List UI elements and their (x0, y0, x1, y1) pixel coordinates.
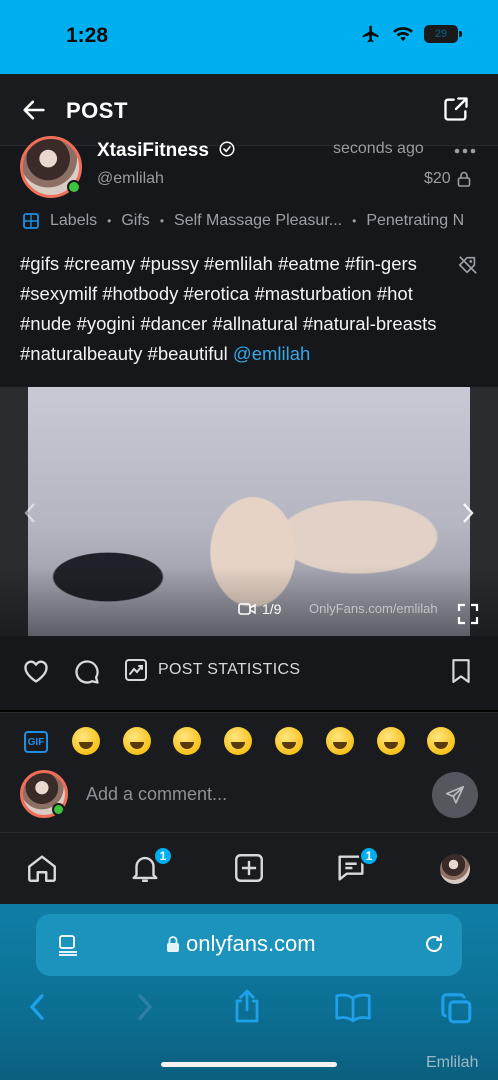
home-icon[interactable] (25, 851, 59, 885)
back-arrow-icon[interactable] (20, 96, 48, 124)
status-bar: 1:28 29 (0, 0, 498, 74)
messages-badge: 1 (359, 846, 379, 866)
media-carousel[interactable]: 1/9 OnlyFans.com/emlilah (0, 387, 498, 636)
online-indicator (52, 803, 65, 816)
prev-arrow-icon[interactable] (22, 501, 38, 525)
add-post-icon[interactable] (232, 851, 266, 885)
share-icon[interactable] (442, 95, 470, 123)
media-counter: 1/9 (238, 601, 281, 617)
battery-indicator: 29 (424, 25, 462, 43)
label-item[interactable]: Gifs (121, 212, 149, 230)
next-arrow-icon[interactable] (460, 501, 476, 525)
labels-row: Labels • Gifs • Self Massage Pleasur... … (22, 212, 498, 230)
send-icon (445, 785, 465, 804)
bookmark-icon[interactable] (450, 658, 472, 684)
online-indicator (67, 180, 81, 194)
post-header-bar: POST (0, 74, 498, 146)
post-time: seconds ago (333, 140, 424, 157)
notifications-badge: 1 (153, 846, 173, 866)
emoji-joy[interactable] (173, 727, 201, 755)
label-item[interactable]: Self Massage Pleasur... (174, 212, 342, 230)
like-heart-icon[interactable] (22, 658, 50, 684)
comment-bubble-icon[interactable] (73, 658, 101, 686)
post-statistics-label: POST STATISTICS (158, 661, 301, 678)
caption-text: #gifs #creamy #pussy #emlilah #eatme #fi… (20, 253, 437, 364)
reader-mode-icon[interactable] (56, 933, 80, 957)
author-name-text: XtasiFitness (97, 140, 209, 161)
video-icon (238, 603, 256, 615)
author-name[interactable]: XtasiFitness (97, 140, 236, 162)
emoji-bar: GIF (0, 712, 498, 772)
wifi-icon (393, 27, 413, 42)
separator-dot: • (107, 214, 112, 228)
page-title: POST (66, 98, 128, 123)
gif-button[interactable]: GIF (24, 731, 48, 753)
home-indicator[interactable] (161, 1062, 337, 1067)
separator-dot: • (159, 214, 165, 228)
emoji-beaming[interactable] (123, 727, 151, 755)
browser-back-icon[interactable] (24, 992, 50, 1022)
app-bottom-nav: 1 1 (0, 832, 498, 904)
post-caption: #gifs #creamy #pussy #emlilah #eatme #fi… (20, 249, 465, 369)
lock-icon (457, 171, 471, 187)
author-handle[interactable]: @emlilah (97, 170, 164, 188)
emoji-sweat-smile[interactable] (326, 727, 354, 755)
emoji-laughing[interactable] (377, 727, 405, 755)
lock-icon (167, 936, 179, 952)
reload-icon[interactable] (422, 932, 446, 956)
tag-off-icon[interactable] (457, 254, 479, 276)
post-price: $20 (424, 170, 471, 188)
label-item[interactable]: Penetrating N (366, 212, 464, 230)
airplane-icon (362, 25, 379, 43)
post-actions: POST STATISTICS (0, 636, 498, 710)
emoji-grinning[interactable] (72, 727, 100, 755)
send-button[interactable] (432, 772, 478, 818)
comment-input[interactable] (86, 780, 416, 808)
post-statistics-button[interactable]: POST STATISTICS (124, 658, 300, 682)
url-domain-text: onlyfans.com (186, 931, 316, 956)
price-text: $20 (424, 170, 451, 187)
mention-link[interactable]: @emlilah (233, 343, 310, 364)
browser-forward-icon[interactable] (132, 992, 158, 1022)
comment-composer (0, 770, 498, 832)
emoji-smiley[interactable] (224, 727, 252, 755)
separator-dot: • (352, 214, 357, 228)
media-counter-text: 1/9 (262, 601, 282, 617)
author-avatar[interactable] (20, 136, 82, 198)
fullscreen-icon[interactable] (456, 602, 480, 626)
emoji-smile[interactable] (275, 727, 303, 755)
browser-chrome: onlyfans.com (0, 904, 498, 1080)
labels-icon (23, 213, 39, 229)
status-icons: 29 (360, 24, 462, 44)
label-item[interactable]: Labels (50, 212, 97, 230)
more-options-icon[interactable] (454, 146, 476, 156)
media-watermark: OnlyFans.com/emlilah (309, 601, 438, 616)
statistics-icon (125, 659, 147, 681)
emoji-wink[interactable] (427, 727, 455, 755)
bookmarks-book-icon[interactable] (334, 992, 372, 1022)
url-bar[interactable]: onlyfans.com (36, 914, 462, 976)
tabs-icon[interactable] (440, 992, 474, 1026)
status-time: 1:28 (66, 24, 109, 47)
url-domain[interactable]: onlyfans.com (166, 931, 316, 957)
corner-watermark: Emlilah (426, 1054, 479, 1071)
verified-icon (219, 141, 235, 157)
profile-avatar[interactable] (440, 854, 470, 884)
browser-share-icon[interactable] (232, 988, 262, 1024)
